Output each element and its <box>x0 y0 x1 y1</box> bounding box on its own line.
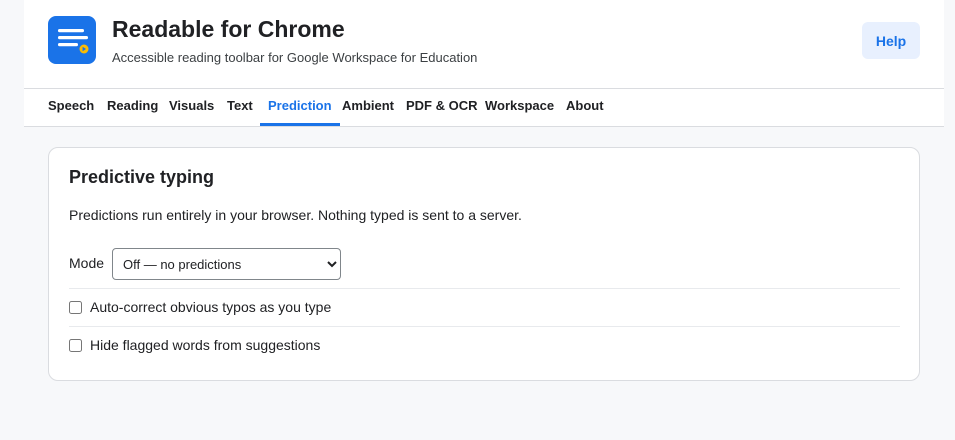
help-button[interactable]: Help <box>862 22 920 59</box>
tab-speech[interactable]: Speech <box>40 89 102 126</box>
tab-visuals[interactable]: Visuals <box>161 89 222 126</box>
tab-workspace[interactable]: Workspace <box>477 89 562 126</box>
section-title: Predictive typing <box>69 167 215 187</box>
app-subtitle: Accessible reading toolbar for Google Wo… <box>112 50 478 65</box>
autocorrect-checkbox[interactable] <box>69 300 82 314</box>
tab-prediction[interactable]: Prediction <box>260 89 340 126</box>
app-title: Readable for Chrome <box>112 16 345 42</box>
autocorrect-label: Auto-correct obvious typos as you type <box>90 299 332 315</box>
hide-flagged-label: Hide flagged words from suggestions <box>90 337 321 353</box>
autocorrect-option[interactable]: Auto-correct obvious typos as you type <box>69 297 331 317</box>
tab-text[interactable]: Text <box>219 89 261 126</box>
mode-select[interactable]: Off — no predictions <box>112 248 341 280</box>
tab-about[interactable]: About <box>558 89 612 126</box>
document-lines-icon <box>48 16 96 64</box>
settings-tabs: Speech Reading Visuals Text Prediction A… <box>24 89 944 127</box>
app-shell: Readable for Chrome Accessible reading t… <box>24 0 944 127</box>
tab-ambient[interactable]: Ambient <box>334 89 402 126</box>
divider <box>69 288 900 289</box>
divider <box>69 326 900 327</box>
hide-flagged-checkbox[interactable] <box>69 338 82 352</box>
section-description: Predictions run entirely in your browser… <box>69 207 522 223</box>
tab-reading[interactable]: Reading <box>99 89 166 126</box>
hide-flagged-option[interactable]: Hide flagged words from suggestions <box>69 335 320 355</box>
app-header: Readable for Chrome Accessible reading t… <box>24 0 944 89</box>
predictive-typing-card: Predictive typing Predictions run entire… <box>48 147 920 381</box>
mode-label: Mode <box>69 255 105 271</box>
tab-pdf-ocr[interactable]: PDF & OCR <box>398 89 486 126</box>
